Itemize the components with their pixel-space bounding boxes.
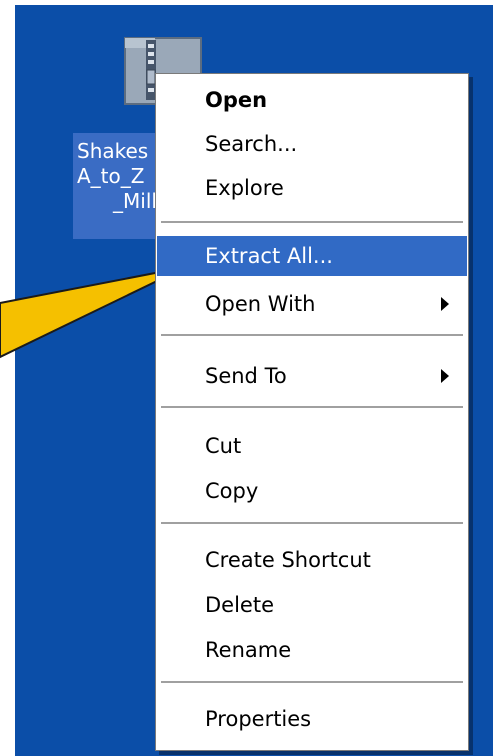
menu-item-label: Open With	[205, 292, 316, 316]
menu-item-label: Cut	[205, 434, 242, 458]
menu-item-create-shortcut[interactable]: Create Shortcut	[157, 540, 467, 580]
icon-label-line: A_to_Z	[77, 164, 145, 188]
menu-item-label: Delete	[205, 593, 274, 617]
menu-item-explore[interactable]: Explore	[157, 168, 467, 208]
icon-label-line: Shakes	[77, 139, 149, 163]
menu-item-label: Open	[205, 88, 268, 112]
menu-item-cut[interactable]: Cut	[157, 426, 467, 466]
menu-item-label: Search...	[205, 132, 298, 156]
menu-item-label: Explore	[205, 176, 284, 200]
menu-item-search[interactable]: Search...	[157, 124, 467, 164]
menu-separator	[161, 522, 463, 524]
menu-item-label: Send To	[205, 364, 287, 388]
menu-item-properties[interactable]: Properties	[157, 699, 467, 739]
menu-item-label: Extract All...	[205, 244, 333, 268]
menu-item-delete[interactable]: Delete	[157, 585, 467, 625]
menu-separator	[161, 681, 463, 683]
submenu-arrow-icon	[441, 369, 449, 383]
menu-item-label: Create Shortcut	[205, 548, 371, 572]
icon-label-line: _Mill	[113, 189, 157, 213]
menu-separator	[161, 406, 463, 408]
menu-separator	[161, 221, 463, 223]
menu-item-open-with[interactable]: Open With	[157, 284, 467, 324]
submenu-arrow-icon	[441, 297, 449, 311]
menu-item-label: Properties	[205, 707, 312, 731]
menu-item-rename[interactable]: Rename	[157, 630, 467, 670]
menu-item-label: Copy	[205, 479, 259, 503]
menu-item-send-to[interactable]: Send To	[157, 356, 467, 396]
menu-item-copy[interactable]: Copy	[157, 471, 467, 511]
menu-item-extract-all[interactable]: Extract All...	[157, 236, 467, 276]
menu-item-label: Rename	[205, 638, 292, 662]
context-menu: Open Search... Explore Extract All... Op…	[155, 73, 469, 751]
menu-item-open[interactable]: Open	[157, 80, 467, 120]
menu-separator	[161, 334, 463, 336]
